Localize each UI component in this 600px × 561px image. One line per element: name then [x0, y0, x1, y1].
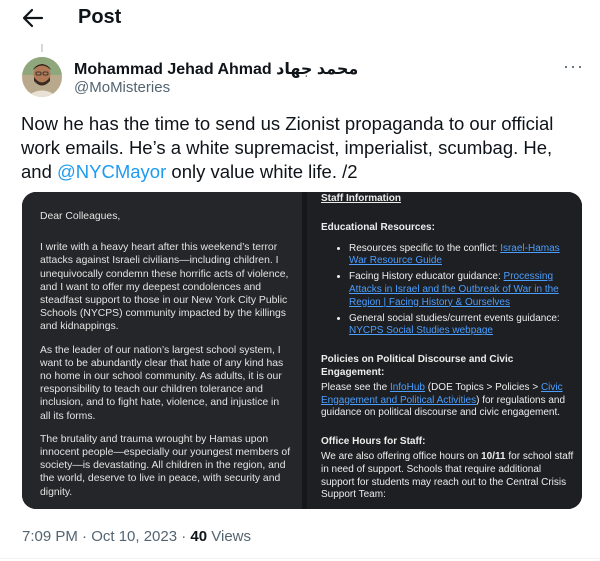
resource-text: Resources specific to the conflict: [349, 242, 501, 254]
views-count: 40 [190, 528, 208, 545]
author-name[interactable]: Mohammad Jehad Ahmad محمد جهاد [74, 59, 358, 79]
author-arabic-name: محمد جهاد [276, 61, 359, 78]
author-display-name: Mohammad Jehad Ahmad [74, 61, 272, 78]
more-options-icon[interactable]: ··· [563, 56, 584, 77]
resources-list: Resources specific to the conflict: Isra… [321, 243, 574, 339]
resource-text: General social studies/current events gu… [349, 312, 560, 324]
attached-image[interactable]: Dear Colleagues, I write with a heavy he… [22, 192, 582, 509]
post-timestamp[interactable]: 7:09 PM · Oct 10, 2023 · [22, 528, 190, 545]
resources-heading: Educational Resources: [321, 221, 435, 233]
policies-heading: Policies on Political Discourse and Civi… [321, 354, 514, 378]
views-label: Views [207, 528, 252, 545]
office-date: 10/11 [481, 450, 506, 462]
policies-text: Please see the InfoHub (DOE Topics > Pol… [321, 382, 574, 420]
letter-paragraph: As the leader of our nation’s largest sc… [40, 344, 284, 422]
infohub-link[interactable]: InfoHub [390, 382, 425, 393]
back-arrow-icon[interactable] [20, 6, 46, 30]
thread-connector-line [41, 44, 43, 52]
letter-paragraph: I write with a heavy heart after this we… [40, 242, 289, 333]
staff-info-body: Staff Information Educational Resources:… [321, 192, 574, 502]
letter-greeting: Dear Colleagues, [40, 211, 121, 222]
avatar[interactable] [22, 57, 62, 97]
letter-panel: Dear Colleagues, I write with a heavy he… [22, 192, 302, 509]
office-hours-text: We are also offering office hours on 10/… [321, 451, 574, 502]
page-title: Post [78, 6, 122, 28]
post-header: Post [0, 0, 600, 36]
staff-info-title: Staff Information [321, 193, 401, 204]
tweet-text: Now he has the time to send us Zionist p… [21, 112, 581, 184]
tweet-text-end: only value white life. /2 [166, 161, 358, 182]
list-item: Facing History educator guidance: Proces… [349, 271, 574, 309]
staff-info-panel: Staff Information Educational Resources:… [307, 192, 582, 509]
author-handle[interactable]: @MoMisteries [74, 79, 170, 96]
office-hours-heading: Office Hours for Staff: [321, 436, 426, 448]
mention-link[interactable]: @NYCMayor [57, 161, 166, 182]
list-item: General social studies/current events gu… [349, 313, 574, 339]
letter-paragraph: The brutality and trauma wrought by Hama… [40, 433, 291, 498]
post-metadata: 7:09 PM · Oct 10, 2023 · 40 Views [22, 528, 251, 545]
resource-text: Facing History educator guidance: [349, 271, 504, 283]
office-text-part: We are also offering office hours on [321, 450, 482, 462]
letter-body: Dear Colleagues, I write with a heavy he… [40, 210, 292, 509]
policies-text-part: (DOE Topics > Policies > [424, 381, 541, 393]
policies-text-part: Please see the [321, 381, 390, 393]
divider [0, 558, 600, 559]
resource-link[interactable]: NYCPS Social Studies webpage [349, 325, 493, 336]
list-item: Resources specific to the conflict: Isra… [349, 243, 574, 269]
